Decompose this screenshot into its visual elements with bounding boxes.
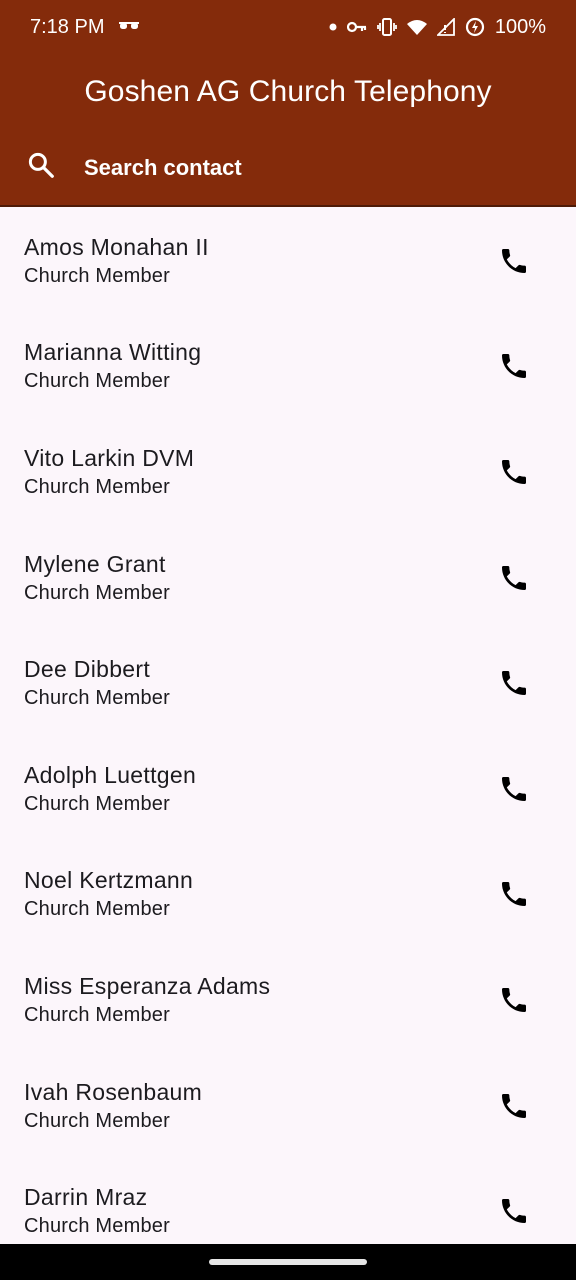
phone-icon xyxy=(502,882,526,907)
list-item[interactable]: Miss Esperanza Adams Church Member xyxy=(0,947,576,1053)
call-button[interactable] xyxy=(484,759,544,819)
contact-role: Church Member xyxy=(24,1109,170,1132)
contact-text: Vito Larkin DVM Church Member xyxy=(24,443,194,501)
contact-role: Church Member xyxy=(24,475,170,498)
glasses-icon xyxy=(118,21,140,33)
search-bar xyxy=(0,130,576,207)
vibrate-icon xyxy=(376,18,397,36)
navigation-bar xyxy=(0,1244,576,1280)
contact-text: Adolph Luettgen Church Member xyxy=(24,760,196,818)
call-button[interactable] xyxy=(484,653,544,713)
phone-icon xyxy=(502,459,526,484)
status-time: 7:18 PM xyxy=(30,15,105,38)
contact-text: Amos Monahan II Church Member xyxy=(24,232,209,290)
app-bar: Goshen AG Church Telephony xyxy=(0,54,576,130)
list-item[interactable]: Vito Larkin DVM Church Member xyxy=(0,419,576,525)
contact-text: Ivah Rosenbaum Church Member xyxy=(24,1077,202,1135)
call-button[interactable] xyxy=(484,1076,544,1136)
call-button[interactable] xyxy=(484,970,544,1030)
call-button[interactable] xyxy=(484,231,544,291)
list-item[interactable]: Adolph Luettgen Church Member xyxy=(0,736,576,842)
contact-name: Darrin Mraz xyxy=(24,1184,148,1211)
list-item[interactable]: Mylene Grant Church Member xyxy=(0,525,576,631)
contact-role: Church Member xyxy=(24,370,170,393)
phone-icon xyxy=(502,248,526,273)
call-button[interactable] xyxy=(484,864,544,924)
contact-role: Church Member xyxy=(24,264,170,287)
contact-role: Church Member xyxy=(24,1003,170,1026)
list-item[interactable]: Darrin Mraz Church Member xyxy=(0,1158,576,1244)
phone-icon xyxy=(502,354,526,379)
call-button[interactable] xyxy=(484,442,544,502)
contact-name: Vito Larkin DVM xyxy=(24,444,195,471)
contact-name: Dee Dibbert xyxy=(24,656,151,683)
phone-icon xyxy=(502,671,526,696)
list-item[interactable]: Dee Dibbert Church Member xyxy=(0,630,576,736)
list-item[interactable]: Noel Kertzmann Church Member xyxy=(0,842,576,948)
contact-name: Adolph Luettgen xyxy=(24,761,197,788)
contact-name: Ivah Rosenbaum xyxy=(24,1078,203,1105)
phone-icon xyxy=(502,565,526,590)
list-item[interactable]: Amos Monahan II Church Member xyxy=(0,208,576,314)
call-button[interactable] xyxy=(484,548,544,608)
wifi-icon xyxy=(406,19,427,35)
contact-name: Noel Kertzmann xyxy=(24,867,194,894)
contact-role: Church Member xyxy=(24,1215,170,1238)
contact-text: Noel Kertzmann Church Member xyxy=(24,865,193,923)
contact-role: Church Member xyxy=(24,581,170,604)
phone-icon xyxy=(502,1199,526,1224)
call-button[interactable] xyxy=(484,1181,544,1241)
signal-icon xyxy=(436,18,455,36)
contact-text: Mylene Grant Church Member xyxy=(24,549,170,607)
contact-name: Amos Monahan II xyxy=(24,233,209,260)
search-icon[interactable] xyxy=(26,150,56,185)
contact-name: Miss Esperanza Adams xyxy=(24,972,271,999)
status-bar: 7:18 PM 100% xyxy=(0,0,576,54)
contact-role: Church Member xyxy=(24,898,170,921)
status-left: 7:18 PM xyxy=(30,16,140,39)
list-item[interactable]: Ivah Rosenbaum Church Member xyxy=(0,1053,576,1159)
contact-text: Marianna Witting Church Member xyxy=(24,337,201,395)
dot-icon xyxy=(329,23,337,31)
page-title: Goshen AG Church Telephony xyxy=(84,75,492,108)
status-right: 100% xyxy=(329,16,546,39)
phone-icon xyxy=(502,987,526,1012)
phone-icon xyxy=(502,1093,526,1118)
list-item[interactable]: Marianna Witting Church Member xyxy=(0,314,576,420)
call-button[interactable] xyxy=(484,336,544,396)
contact-role: Church Member xyxy=(24,687,170,710)
search-input[interactable] xyxy=(84,154,514,181)
phone-icon xyxy=(502,776,526,801)
contact-role: Church Member xyxy=(24,792,170,815)
contact-name: Mylene Grant xyxy=(24,550,166,577)
home-gesture-handle[interactable] xyxy=(209,1259,367,1265)
contact-list: Amos Monahan II Church Member Marianna W… xyxy=(0,208,576,1244)
contact-text: Dee Dibbert Church Member xyxy=(24,654,170,712)
battery-level: 100% xyxy=(494,15,546,38)
app-screen: 7:18 PM 100% Goshen AG Church Telephony … xyxy=(0,0,576,1280)
contact-text: Darrin Mraz Church Member xyxy=(24,1182,170,1240)
contact-text: Miss Esperanza Adams Church Member xyxy=(24,971,270,1029)
contact-name: Marianna Witting xyxy=(24,339,202,366)
key-icon xyxy=(346,20,367,34)
battery-saver-icon xyxy=(465,17,485,37)
